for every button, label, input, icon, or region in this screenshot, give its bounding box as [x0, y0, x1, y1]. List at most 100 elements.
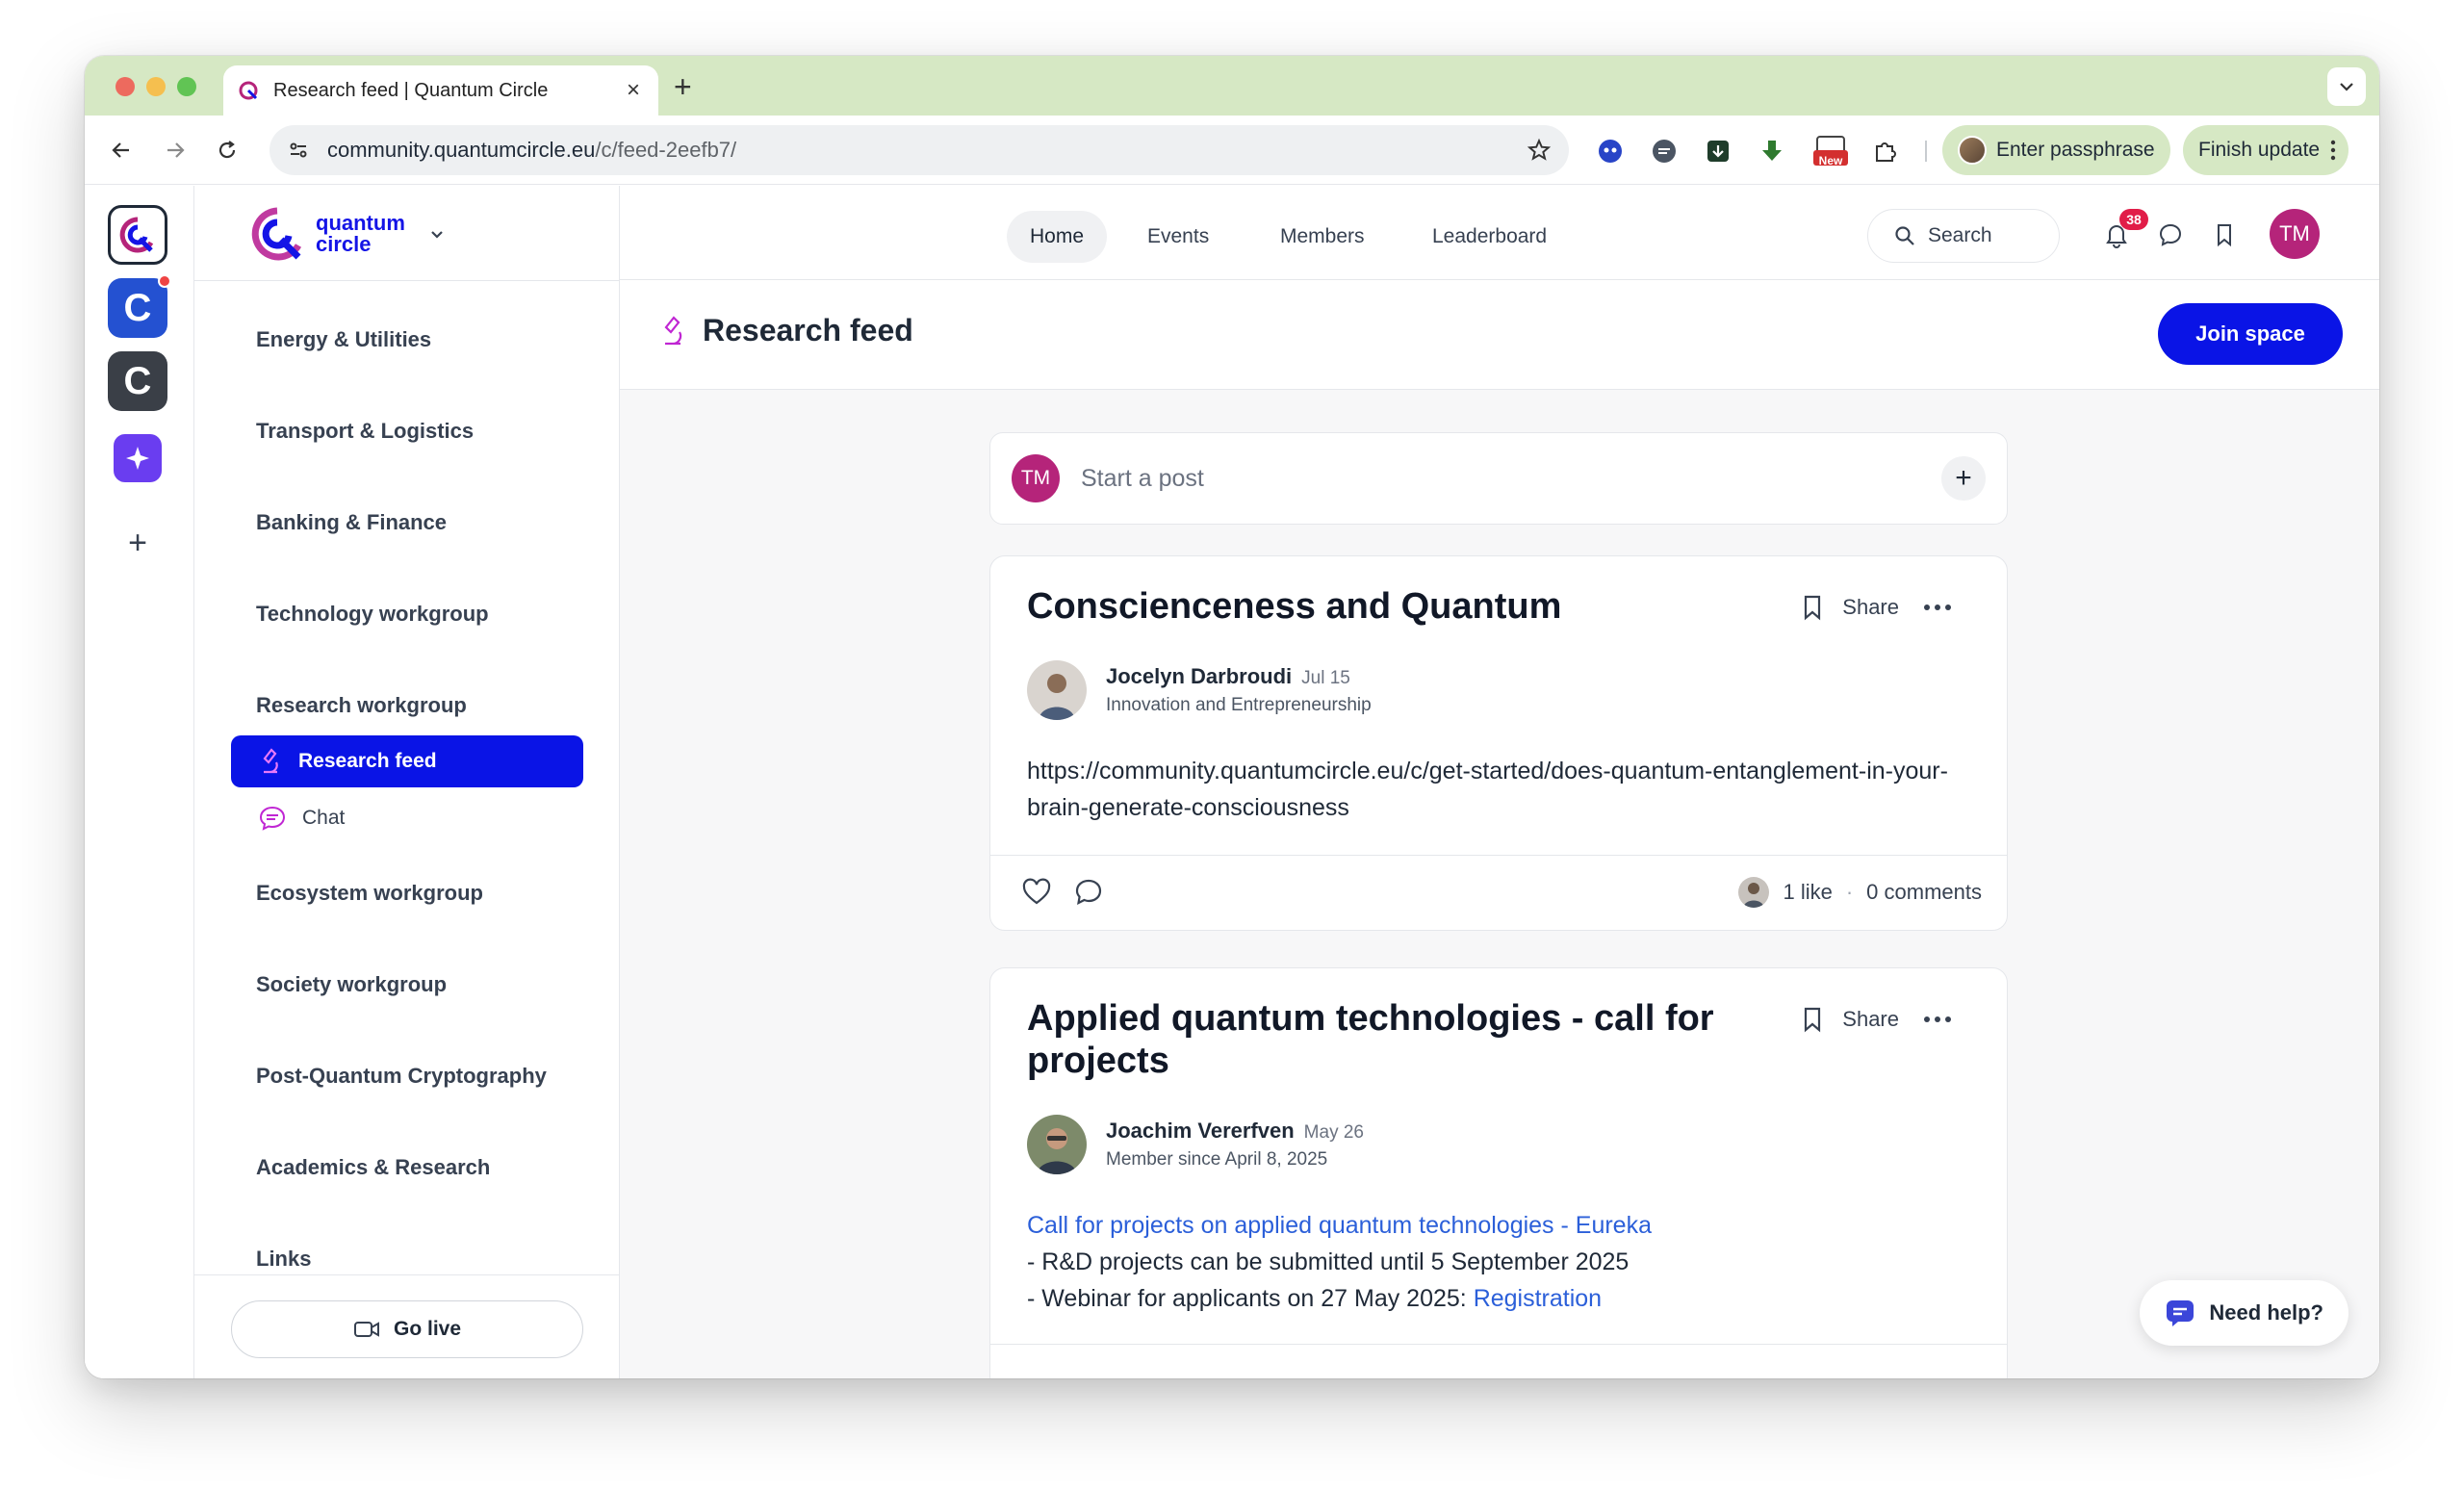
eureka-link[interactable]: Call for projects on applied quantum tec…	[1027, 1212, 1652, 1239]
extension-new-icon[interactable]: New	[1811, 136, 1850, 167]
post-title[interactable]: Conscienceness and Quantum	[1027, 585, 1758, 628]
post-composer[interactable]: TM Start a post +	[989, 432, 2008, 525]
minimize-window-button[interactable]	[146, 77, 166, 96]
sidebar-footer: Go live	[194, 1274, 619, 1378]
passphrase-button[interactable]: Enter passphrase	[1942, 125, 2170, 175]
sidebar-group-banking[interactable]: Banking & Finance	[256, 510, 447, 535]
quantum-circle-logo-icon	[251, 207, 302, 261]
reload-button[interactable]	[214, 137, 241, 164]
go-live-button[interactable]: Go live	[231, 1300, 583, 1358]
close-window-button[interactable]	[116, 77, 135, 96]
toolbar-separator	[1925, 141, 1927, 162]
extension-download-arrow-icon[interactable]	[1758, 137, 1786, 166]
space-sidebar: quantum circle Energy & Utilities Transp…	[194, 186, 620, 1378]
composer-add-button[interactable]: +	[1941, 456, 1986, 501]
share-button[interactable]: Share	[1842, 595, 1899, 620]
notification-count-badge: 38	[2119, 209, 2148, 230]
help-chat-icon	[2167, 1300, 2194, 1326]
nav-home[interactable]: Home	[1007, 211, 1108, 263]
comments-count[interactable]: 0 comments	[1866, 880, 1982, 905]
more-horizontal-icon[interactable]	[1922, 603, 1953, 612]
post-author[interactable]: Joachim Vererfven May 26 Member since Apr…	[1027, 1115, 1364, 1174]
messages-button[interactable]	[2156, 220, 2185, 249]
sidebar-group-academics[interactable]: Academics & Research	[256, 1155, 490, 1180]
user-avatar[interactable]: TM	[2270, 209, 2320, 259]
sidebar-divider	[194, 280, 619, 281]
notifications-button[interactable]: 38	[2102, 209, 2148, 249]
sidebar-item-chat[interactable]: Chat	[231, 792, 583, 844]
browser-window: Research feed | Quantum Circle × + commu…	[85, 56, 2379, 1378]
extension-download-box-icon[interactable]	[1704, 137, 1732, 166]
nav-leaderboard[interactable]: Leaderboard	[1409, 211, 1570, 263]
sidebar-group-society[interactable]: Society workgroup	[256, 972, 447, 997]
tab-search-button[interactable]	[2327, 67, 2366, 106]
bookmark-icon[interactable]	[1800, 1005, 1825, 1034]
arrow-left-icon	[112, 142, 129, 158]
microscope-icon	[664, 315, 682, 345]
finish-update-label: Finish update	[2198, 139, 2321, 161]
bookmark-star-icon[interactable]	[1527, 138, 1552, 163]
post-author[interactable]: Jocelyn Darbroudi Jul 15 Innovation and E…	[1027, 660, 1372, 720]
rail-quantum-circle[interactable]	[108, 205, 167, 265]
maximize-window-button[interactable]	[177, 77, 196, 96]
brand-wordmark: quantum circle	[316, 213, 405, 255]
search-icon	[1895, 226, 1914, 245]
sidebar-group-transport[interactable]: Transport & Logistics	[256, 419, 474, 444]
search-input[interactable]: Search	[1867, 209, 2060, 263]
composer-avatar: TM	[1012, 454, 1060, 502]
sidebar-group-technology[interactable]: Technology workgroup	[256, 602, 489, 627]
finish-update-button[interactable]: Finish update	[2183, 125, 2349, 175]
post-title[interactable]: Applied quantum technologies - call for …	[1027, 997, 1758, 1082]
arrow-right-icon	[167, 142, 185, 158]
author-name[interactable]: Joachim Vererfven	[1106, 1119, 1295, 1143]
sidebar-item-research-feed[interactable]: Research feed	[231, 735, 583, 787]
c-letter-icon: C	[123, 286, 152, 329]
nav-events[interactable]: Events	[1124, 211, 1232, 263]
post-card[interactable]: Applied quantum technologies - call for …	[989, 967, 2008, 1378]
sidebar-group-links[interactable]: Links	[256, 1247, 311, 1272]
author-avatar	[1027, 1115, 1087, 1174]
brand-line-2: circle	[316, 232, 372, 256]
sidebar-group-energy[interactable]: Energy & Utilities	[256, 327, 431, 352]
registration-link[interactable]: Registration	[1474, 1285, 1602, 1312]
quantum-circle-logo-icon	[119, 217, 154, 253]
author-name[interactable]: Jocelyn Darbroudi	[1106, 664, 1292, 688]
brand-switcher[interactable]: quantum circle	[248, 205, 446, 263]
post-footer	[990, 1344, 2007, 1378]
new-tab-button[interactable]: +	[674, 69, 692, 104]
sidebar-group-post-quantum[interactable]: Post-Quantum Cryptography	[256, 1064, 547, 1089]
post-actions: Share	[1800, 1005, 1953, 1034]
nav-members[interactable]: Members	[1257, 211, 1388, 263]
share-button[interactable]: Share	[1842, 1007, 1899, 1032]
rail-sparkle[interactable]	[114, 434, 162, 482]
rail-community-c-blue[interactable]: C	[108, 274, 171, 338]
back-button[interactable]	[108, 137, 135, 164]
extension-eyes-icon[interactable]	[1596, 137, 1625, 166]
rail-add-community[interactable]: +	[108, 513, 167, 573]
need-help-button[interactable]: Need help?	[2140, 1280, 2348, 1346]
site-settings-icon[interactable]	[287, 139, 310, 162]
comment-icon[interactable]	[1073, 877, 1104, 908]
sidebar-item-label: Chat	[302, 807, 346, 829]
browser-toolbar: community.quantumcircle.eu/c/feed-2eefb7…	[85, 116, 2379, 185]
main-content: Home Events Members Leaderboard Search 3…	[620, 186, 2379, 1378]
need-help-label: Need help?	[2209, 1300, 2323, 1325]
search-placeholder: Search	[1928, 224, 1992, 246]
extension-chat-icon[interactable]	[1650, 137, 1679, 166]
likes-count[interactable]: 1 like	[1783, 880, 1832, 905]
sidebar-group-research[interactable]: Research workgroup	[256, 693, 467, 718]
rail-community-c-dark[interactable]: C	[108, 351, 167, 411]
post-card[interactable]: Conscienceness and Quantum Share Jocelyn…	[989, 555, 2008, 931]
more-horizontal-icon[interactable]	[1922, 1015, 1953, 1024]
bookmarks-button[interactable]	[2210, 220, 2239, 249]
forward-button[interactable]	[162, 137, 189, 164]
extensions-puzzle-icon[interactable]	[1871, 137, 1900, 166]
browser-tab-active[interactable]: Research feed | Quantum Circle ×	[223, 65, 658, 116]
address-bar[interactable]: community.quantumcircle.eu/c/feed-2eefb7…	[270, 125, 1569, 175]
bookmark-icon[interactable]	[1800, 593, 1825, 622]
close-tab-icon[interactable]: ×	[622, 77, 645, 104]
heart-icon[interactable]	[1021, 877, 1052, 908]
post-body: Call for projects on applied quantum tec…	[1027, 1207, 1980, 1317]
join-space-button[interactable]: Join space	[2158, 303, 2343, 365]
sidebar-group-ecosystem[interactable]: Ecosystem workgroup	[256, 881, 483, 906]
